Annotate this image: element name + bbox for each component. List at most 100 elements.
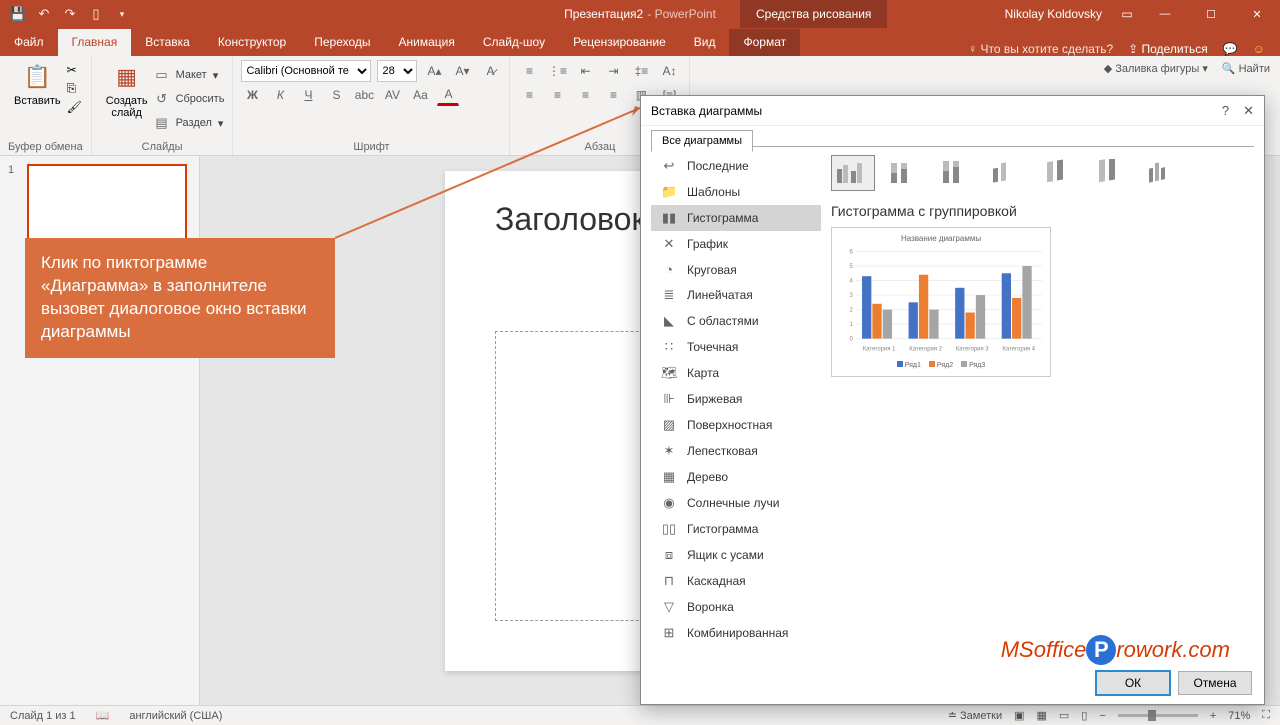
tab-insert[interactable]: Вставка (131, 29, 204, 56)
tab-view[interactable]: Вид (680, 29, 730, 56)
italic-icon[interactable]: К (269, 84, 291, 106)
dialog-close-icon[interactable]: ✕ (1243, 103, 1254, 119)
dialog-help-icon[interactable]: ? (1222, 103, 1229, 119)
tab-format[interactable]: Формат (729, 29, 800, 56)
cat-bar[interactable]: ≣Линейчатая (651, 282, 821, 308)
redo-icon[interactable]: ↷ (62, 6, 78, 22)
qat-more-icon[interactable]: ▾ (114, 6, 130, 22)
maximize-button[interactable]: ☐ (1188, 0, 1234, 28)
shadow-icon[interactable]: abc (353, 84, 375, 106)
subtype-clustered[interactable] (831, 155, 875, 191)
zoom-in-icon[interactable]: + (1210, 710, 1216, 722)
slideshow-view-icon[interactable]: ▯ (1081, 709, 1087, 722)
cat-waterfall[interactable]: ⊓Каскадная (651, 568, 821, 594)
ribbon-display-icon[interactable]: ▭ (1112, 7, 1142, 21)
ok-button[interactable]: ОК (1096, 671, 1170, 695)
cat-scatter[interactable]: ∷Точечная (651, 334, 821, 360)
smile-icon[interactable]: ☺ (1253, 42, 1265, 56)
subtype-100stacked[interactable] (935, 155, 979, 191)
copy-icon[interactable]: ⎘ (67, 81, 82, 96)
cat-pie[interactable]: ◔Круговая (651, 257, 821, 282)
cat-line[interactable]: ✕График (651, 231, 821, 257)
paste-button[interactable]: 📋 Вставить (8, 59, 67, 114)
reading-view-icon[interactable]: ▭ (1059, 709, 1069, 722)
cat-map[interactable]: 🗺Карта (651, 360, 821, 386)
subtype-3d-column[interactable] (1143, 155, 1187, 191)
cat-area[interactable]: ◣С областями (651, 308, 821, 334)
cat-surface[interactable]: ▨Поверхностная (651, 412, 821, 438)
cat-sunburst[interactable]: ◉Солнечные лучи (651, 490, 821, 516)
cat-column[interactable]: ▮▮Гистограмма (651, 205, 821, 231)
font-color-icon[interactable]: A (437, 84, 459, 106)
section-button[interactable]: ▤Раздел ▾ (154, 111, 225, 135)
cat-radar[interactable]: ✶Лепестковая (651, 438, 821, 464)
text-direction-icon[interactable]: A↕ (658, 60, 680, 82)
strike-icon[interactable]: S (325, 84, 347, 106)
tab-all-charts[interactable]: Все диаграммы (651, 130, 753, 152)
tab-slideshow[interactable]: Слайд-шоу (469, 29, 559, 56)
layout-button[interactable]: ▭Макет ▾ (154, 63, 225, 87)
minimize-button[interactable]: — (1142, 0, 1188, 28)
language-indicator[interactable]: английский (США) (129, 710, 222, 722)
start-from-beginning-icon[interactable]: ▯ (88, 6, 104, 22)
zoom-level[interactable]: 71% (1228, 710, 1250, 722)
indent-dec-icon[interactable]: ⇤ (574, 60, 596, 82)
grow-font-icon[interactable]: A▴ (423, 60, 445, 82)
save-icon[interactable]: 💾 (10, 6, 26, 22)
spell-check-icon[interactable]: 📖 (96, 709, 110, 722)
cut-icon[interactable]: ✂ (67, 63, 82, 77)
format-painter-icon[interactable]: 🖌 (67, 100, 82, 114)
find-button[interactable]: 🔍 Найти (1222, 62, 1270, 75)
tab-home[interactable]: Главная (58, 29, 132, 56)
align-center-icon[interactable]: ≡ (546, 84, 568, 106)
cat-histogram[interactable]: ▯▯Гистограмма (651, 516, 821, 542)
cat-recent[interactable]: ↩Последние (651, 153, 821, 179)
indent-inc-icon[interactable]: ⇥ (602, 60, 624, 82)
cat-boxwhisker[interactable]: ⧈Ящик с усами (651, 542, 821, 568)
font-name-select[interactable]: Calibri (Основной те (241, 60, 371, 82)
justify-icon[interactable]: ≡ (602, 84, 624, 106)
subtype-3d-stacked[interactable] (1039, 155, 1083, 191)
font-size-select[interactable]: 28 (377, 60, 417, 82)
bold-icon[interactable]: Ж (241, 84, 263, 106)
notes-button[interactable]: ≐ Заметки (948, 709, 1002, 722)
underline-icon[interactable]: Ч (297, 84, 319, 106)
clear-format-icon[interactable]: A̷ (479, 60, 501, 82)
cat-templates[interactable]: 📁Шаблоны (651, 179, 821, 205)
undo-icon[interactable]: ↶ (36, 6, 52, 22)
subtype-3d-clustered[interactable] (987, 155, 1031, 191)
sorter-view-icon[interactable]: ▦ (1037, 709, 1047, 722)
bullets-icon[interactable]: ≡ (518, 60, 540, 82)
shrink-font-icon[interactable]: A▾ (451, 60, 473, 82)
close-button[interactable]: ✕ (1234, 0, 1280, 28)
comments-icon[interactable]: 💬 (1223, 42, 1238, 56)
tab-design[interactable]: Конструктор (204, 29, 300, 56)
tab-review[interactable]: Рецензирование (559, 29, 680, 56)
zoom-out-icon[interactable]: − (1099, 710, 1105, 722)
tab-animations[interactable]: Анимация (385, 29, 469, 56)
share-button[interactable]: ⇪ Поделиться (1128, 42, 1208, 56)
new-slide-button[interactable]: ▦ Создать слайд (100, 59, 154, 135)
normal-view-icon[interactable]: ▣ (1014, 709, 1024, 722)
chart-preview[interactable]: Название диаграммы 0123456Категория 1Кат… (831, 227, 1051, 377)
subtype-3d-100stacked[interactable] (1091, 155, 1135, 191)
subtype-stacked[interactable] (883, 155, 927, 191)
shape-fill-button[interactable]: ◆ Заливка фигуры ▾ (1104, 62, 1208, 75)
reset-button[interactable]: ↺Сбросить (154, 87, 225, 111)
align-right-icon[interactable]: ≡ (574, 84, 596, 106)
cat-funnel[interactable]: ▽Воронка (651, 594, 821, 620)
numbering-icon[interactable]: ⋮≡ (546, 60, 568, 82)
align-left-icon[interactable]: ≡ (518, 84, 540, 106)
tell-me[interactable]: ♀ Что вы хотите сделать? (968, 42, 1113, 56)
zoom-slider[interactable] (1118, 714, 1198, 717)
tab-file[interactable]: Файл (0, 29, 58, 56)
cancel-button[interactable]: Отмена (1178, 671, 1252, 695)
line-spacing-icon[interactable]: ‡≡ (630, 60, 652, 82)
cat-combo[interactable]: ⊞Комбинированная (651, 620, 821, 646)
cat-stock[interactable]: ⊪Биржевая (651, 386, 821, 412)
fit-to-window-icon[interactable]: ⛶ (1262, 709, 1270, 722)
cat-treemap[interactable]: ▦Дерево (651, 464, 821, 490)
spacing-icon[interactable]: AV (381, 84, 403, 106)
tab-transitions[interactable]: Переходы (300, 29, 384, 56)
case-icon[interactable]: Aa (409, 84, 431, 106)
